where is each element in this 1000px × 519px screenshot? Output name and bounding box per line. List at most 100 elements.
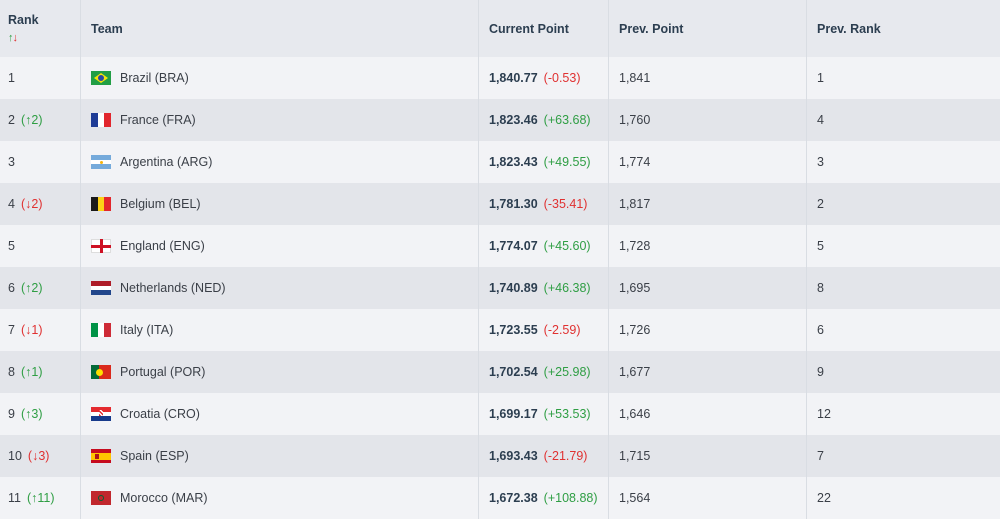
belgium-flag-icon [91, 197, 111, 211]
team-cell[interactable]: Netherlands (NED) [80, 267, 478, 309]
team-cell[interactable]: Spain (ESP) [80, 435, 478, 477]
rank-cell: 9 (↑3) [0, 393, 80, 435]
prev-rank-cell: 7 [806, 435, 1000, 477]
team-name[interactable]: Argentina (ARG) [120, 155, 212, 169]
current-point-column-header[interactable]: Current Point [478, 0, 608, 57]
team-name[interactable]: Croatia (CRO) [120, 407, 200, 421]
rank-cell: 1 [0, 57, 80, 99]
rank-cell: 5 [0, 225, 80, 267]
table-row: 1 Brazil (BRA) 1,840.77 (-0.53) 1,841 1 [0, 57, 1000, 99]
rank-cell: 7 (↓1) [0, 309, 80, 351]
team-cell[interactable]: Belgium (BEL) [80, 183, 478, 225]
rank-change: (↑2) [20, 113, 43, 127]
prev-point-cell: 1,564 [608, 477, 806, 519]
sort-icon[interactable]: ↑↓ [8, 32, 18, 44]
current-points: 1,723.55 [489, 323, 538, 337]
prev-rank-cell: 9 [806, 351, 1000, 393]
prev-rank-cell: 5 [806, 225, 1000, 267]
rank-value: 8 [8, 365, 15, 379]
table-row: 5 England (ENG) 1,774.07 (+45.60) 1,728 … [0, 225, 1000, 267]
point-change: (+46.38) [543, 281, 591, 295]
rank-change: (↓2) [20, 197, 43, 211]
prev-rank-cell: 1 [806, 57, 1000, 99]
rank-cell: 11 (↑11) [0, 477, 80, 519]
team-name[interactable]: Brazil (BRA) [120, 71, 189, 85]
prev-point-cell: 1,726 [608, 309, 806, 351]
table-row: 9 (↑3) Croatia (CRO) 1,699.17 (+53.53) 1… [0, 393, 1000, 435]
prev-point-cell: 1,728 [608, 225, 806, 267]
rank-value: 5 [8, 239, 15, 253]
current-point-cell: 1,840.77 (-0.53) [478, 57, 608, 99]
table-row: 7 (↓1) Italy (ITA) 1,723.55 (-2.59) 1,72… [0, 309, 1000, 351]
team-name[interactable]: Italy (ITA) [120, 323, 173, 337]
rank-change: (↓3) [27, 449, 50, 463]
table-row: 11 (↑11) Morocco (MAR) 1,672.38 (+108.88… [0, 477, 1000, 519]
team-cell[interactable]: England (ENG) [80, 225, 478, 267]
prev-rank-column-header[interactable]: Prev. Rank [806, 0, 1000, 57]
prev-point-cell: 1,695 [608, 267, 806, 309]
table-row: 4 (↓2) Belgium (BEL) 1,781.30 (-35.41) 1… [0, 183, 1000, 225]
current-point-cell: 1,702.54 (+25.98) [478, 351, 608, 393]
rank-value: 11 [8, 491, 21, 505]
team-name[interactable]: Portugal (POR) [120, 365, 205, 379]
rank-column-header[interactable]: Rank ↑↓ [0, 0, 80, 57]
rank-change: (↑3) [20, 407, 43, 421]
current-points: 1,823.46 [489, 113, 538, 127]
team-name[interactable]: Spain (ESP) [120, 449, 189, 463]
current-point-cell: 1,823.43 (+49.55) [478, 141, 608, 183]
prev-point-cell: 1,817 [608, 183, 806, 225]
current-points: 1,840.77 [489, 71, 538, 85]
rank-value: 9 [8, 407, 15, 421]
current-points: 1,781.30 [489, 197, 538, 211]
current-points: 1,693.43 [489, 449, 538, 463]
team-cell[interactable]: Argentina (ARG) [80, 141, 478, 183]
croatia-flag-icon [91, 407, 111, 421]
current-points: 1,774.07 [489, 239, 538, 253]
rank-value: 6 [8, 281, 15, 295]
current-points: 1,740.89 [489, 281, 538, 295]
current-points: 1,702.54 [489, 365, 538, 379]
point-change: (+49.55) [543, 155, 591, 169]
team-column-header[interactable]: Team [80, 0, 478, 57]
england-flag-icon [91, 239, 111, 253]
italy-flag-icon [91, 323, 111, 337]
prev-rank-cell: 6 [806, 309, 1000, 351]
team-cell[interactable]: Portugal (POR) [80, 351, 478, 393]
point-change: (+63.68) [543, 113, 591, 127]
team-cell[interactable]: Morocco (MAR) [80, 477, 478, 519]
team-cell[interactable]: France (FRA) [80, 99, 478, 141]
rank-cell: 3 [0, 141, 80, 183]
point-change: (+53.53) [543, 407, 591, 421]
prev-point-cell: 1,677 [608, 351, 806, 393]
prev-point-cell: 1,715 [608, 435, 806, 477]
current-point-cell: 1,823.46 (+63.68) [478, 99, 608, 141]
team-cell[interactable]: Croatia (CRO) [80, 393, 478, 435]
prev-point-cell: 1,774 [608, 141, 806, 183]
rank-cell: 10 (↓3) [0, 435, 80, 477]
prev-rank-cell: 4 [806, 99, 1000, 141]
team-name[interactable]: Belgium (BEL) [120, 197, 201, 211]
current-point-cell: 1,699.17 (+53.53) [478, 393, 608, 435]
team-cell[interactable]: Italy (ITA) [80, 309, 478, 351]
rank-change: (↑2) [20, 281, 43, 295]
team-name[interactable]: France (FRA) [120, 113, 196, 127]
current-points: 1,823.43 [489, 155, 538, 169]
rank-value: 7 [8, 323, 15, 337]
team-name[interactable]: Netherlands (NED) [120, 281, 226, 295]
argentina-flag-icon [91, 155, 111, 169]
spain-flag-icon [91, 449, 111, 463]
team-cell[interactable]: Brazil (BRA) [80, 57, 478, 99]
rank-value: 10 [8, 449, 22, 463]
prev-point-cell: 1,760 [608, 99, 806, 141]
prev-rank-cell: 3 [806, 141, 1000, 183]
table-row: 2 (↑2) France (FRA) 1,823.46 (+63.68) 1,… [0, 99, 1000, 141]
france-flag-icon [91, 113, 111, 127]
rank-cell: 4 (↓2) [0, 183, 80, 225]
team-name[interactable]: Morocco (MAR) [120, 491, 208, 505]
current-points: 1,672.38 [489, 491, 538, 505]
team-name[interactable]: England (ENG) [120, 239, 205, 253]
prev-point-column-header[interactable]: Prev. Point [608, 0, 806, 57]
rank-value: 4 [8, 197, 15, 211]
prev-point-cell: 1,841 [608, 57, 806, 99]
rank-cell: 2 (↑2) [0, 99, 80, 141]
